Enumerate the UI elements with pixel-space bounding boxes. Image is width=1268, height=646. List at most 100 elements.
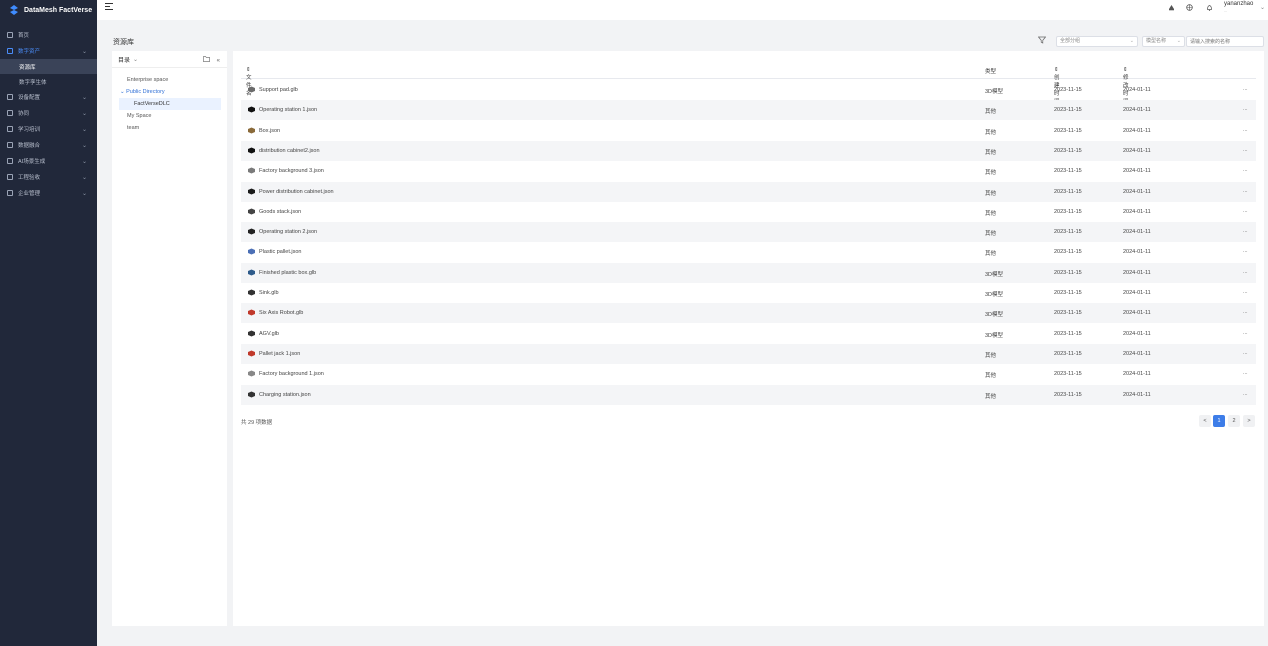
cell-modified: 2024-01-11 bbox=[1123, 391, 1151, 398]
page-2-button[interactable]: 2 bbox=[1228, 415, 1240, 427]
table-row[interactable]: Finished plastic box.glb 3D模型 2023-11-15 20… bbox=[241, 262, 1256, 283]
more-icon[interactable]: ... bbox=[1243, 167, 1248, 173]
table-row[interactable]: Sink.glb 3D模型 2023-11-15 2024-01-11... bbox=[241, 283, 1256, 303]
tree-node[interactable]: ⌄ Public Directory bbox=[112, 86, 227, 98]
more-icon[interactable]: ... bbox=[1243, 330, 1248, 336]
more-icon[interactable]: ... bbox=[1243, 269, 1248, 275]
menu-toggle-icon[interactable] bbox=[105, 3, 113, 11]
diamond-icon[interactable] bbox=[1168, 4, 1175, 11]
table-row[interactable]: Box.json 其他 2023-11-15 2024-01-11... bbox=[241, 121, 1256, 141]
col-header-modified[interactable]: 修改时间 ⇕ bbox=[1123, 67, 1129, 105]
globe-icon[interactable] bbox=[1186, 4, 1193, 11]
collapse-panel-icon[interactable]: « bbox=[217, 58, 220, 64]
more-icon[interactable]: ... bbox=[1243, 106, 1248, 112]
cell-type: 3D模型 bbox=[985, 89, 1004, 95]
directory-tree-panel: 目录 ⌄ « Enterprise space ⌄ Public Director… bbox=[112, 51, 227, 626]
col-header-name[interactable]: 文件名 ⇕ bbox=[246, 67, 252, 97]
sidebar-item-5[interactable]: 数据融合 ⌄ bbox=[0, 137, 97, 153]
table-row[interactable]: Operating station 1.json 其他 2023-11-15 2024… bbox=[241, 100, 1256, 121]
tree-node[interactable]: Enterprise space bbox=[112, 74, 227, 86]
sidebar-item-7[interactable]: 工程验收 ⌄ bbox=[0, 169, 97, 185]
more-icon[interactable]: ... bbox=[1243, 248, 1248, 254]
more-icon[interactable]: ... bbox=[1243, 391, 1248, 397]
tree-header-label[interactable]: 目录 bbox=[118, 55, 130, 64]
sidebar-item-8[interactable]: 企业管理 ⌄ bbox=[0, 185, 97, 201]
table-row[interactable]: AGV.glb 3D模型 2023-11-15 2024-01-11... bbox=[241, 324, 1256, 344]
col-header-created[interactable]: 创建时间 ⇕ bbox=[1054, 67, 1060, 105]
cell-type: 3D模型 bbox=[985, 292, 1004, 298]
folder-add-icon[interactable] bbox=[203, 56, 212, 64]
factory-icon bbox=[248, 167, 255, 174]
sidebar-subitem-1[interactable]: 数字孪生体 bbox=[0, 74, 97, 89]
tree-node-label: Enterprise space bbox=[127, 77, 169, 83]
table-row[interactable]: Charging station.json 其他 2023-11-15 2024-01… bbox=[241, 384, 1256, 405]
more-icon[interactable]: ... bbox=[1243, 228, 1248, 234]
page-1-button[interactable]: 1 bbox=[1213, 415, 1225, 427]
user-menu[interactable]: yananzhao ... bbox=[1224, 1, 1253, 13]
cell-type: 其他 bbox=[985, 190, 997, 197]
cell-name: Charging station.json bbox=[259, 391, 311, 398]
cell-type: 3D模型 bbox=[985, 271, 1004, 278]
cell-modified: 2024-01-11 bbox=[1123, 87, 1151, 93]
charger-icon bbox=[248, 391, 255, 397]
prev-page-button[interactable]: < bbox=[1199, 415, 1211, 427]
next-page-button[interactable]: > bbox=[1243, 415, 1255, 427]
sidebar-item-3[interactable]: 协同 ⌄ bbox=[0, 105, 97, 121]
filter-icon[interactable] bbox=[1037, 36, 1047, 46]
chevron-down-icon: ⌄ bbox=[1176, 38, 1181, 44]
cell-name: Factory background 1.json bbox=[259, 371, 324, 378]
table-row[interactable]: Power distribution cabinet.json 其他 2023-11… bbox=[241, 181, 1256, 202]
chevron-down-icon[interactable]: ⌄ bbox=[133, 56, 138, 63]
more-icon[interactable]: ... bbox=[1243, 188, 1248, 194]
more-icon[interactable]: ... bbox=[1243, 86, 1248, 92]
table-row[interactable]: distribution cabinet2.json 其他 2023-11-15 20… bbox=[241, 140, 1256, 161]
cell-modified: 2024-01-11 bbox=[1123, 330, 1151, 337]
table-row[interactable]: Support pad.glb 3D模型 2023-11-15 2024-01-11.… bbox=[241, 80, 1256, 100]
table-row[interactable]: Factory background 1.json 其他 2023-11-15 202… bbox=[241, 364, 1256, 384]
table-row[interactable]: Plastic pallet.json 其他 2023-11-15 2024-01-1… bbox=[241, 242, 1256, 262]
cell-created: 2023-11-15 bbox=[1054, 350, 1082, 357]
more-icon[interactable]: ... bbox=[1243, 147, 1248, 153]
more-icon[interactable]: ... bbox=[1243, 208, 1248, 214]
more-icon[interactable]: ... bbox=[1243, 350, 1248, 356]
tree-node[interactable]: My Space bbox=[112, 110, 227, 122]
brand[interactable]: DataMesh FactVerse bbox=[0, 0, 97, 20]
cell-name: Finished plastic box.glb bbox=[259, 269, 317, 276]
tree-node[interactable]: FactVerseDLC bbox=[119, 98, 221, 110]
table-row[interactable]: Pallet jack 1.json 其他 2023-11-15 2024-01-11… bbox=[241, 343, 1256, 364]
tree-node[interactable]: team bbox=[112, 122, 227, 134]
table-row[interactable]: Six Axis Robot.glb 3D模型 2023-11-15 2024-01-… bbox=[241, 303, 1256, 324]
sidebar-item-0[interactable]: 首页 bbox=[0, 27, 97, 43]
total-count: 共 29 项数据 bbox=[241, 420, 273, 426]
cell-modified: 2024-01-11 bbox=[1123, 350, 1151, 357]
chevron-down-icon[interactable]: ⌄ bbox=[1260, 4, 1265, 11]
table-row[interactable]: Goods stack.json 其他 2023-11-15 2024-01-11..… bbox=[241, 202, 1256, 222]
cell-type: 3D模型 bbox=[985, 332, 1004, 339]
more-icon[interactable]: ... bbox=[1243, 309, 1248, 315]
plastic-box-icon bbox=[248, 269, 255, 276]
more-icon[interactable]: ... bbox=[1243, 289, 1248, 295]
more-icon[interactable]: ... bbox=[1243, 127, 1248, 133]
sink-icon bbox=[248, 289, 255, 296]
sidebar-item-6[interactable]: AI场景生成 ⌄ bbox=[0, 153, 97, 169]
app-title: DataMesh FactVerse bbox=[24, 6, 93, 14]
tree-header: 目录 ⌄ « bbox=[112, 51, 227, 68]
sidebar-item-label: 学习培训 bbox=[18, 127, 41, 133]
ai-icon bbox=[7, 158, 13, 164]
more-icon[interactable]: ... bbox=[1243, 370, 1248, 376]
search-input[interactable] bbox=[1186, 36, 1264, 47]
table-header: 文件名 ⇕ 类型 创建时间 ⇕ 修改时间 ⇕ bbox=[241, 61, 1256, 105]
sidebar-item-1[interactable]: 数字资产 ⌄ bbox=[0, 43, 97, 59]
sidebar-item-2[interactable]: 设备配置 ⌄ bbox=[0, 89, 97, 105]
bell-icon[interactable] bbox=[1206, 4, 1213, 11]
scope-select[interactable]: 全部分组 ⌄ bbox=[1056, 36, 1138, 47]
cell-type: 其他 bbox=[985, 210, 997, 217]
sidebar-menu: 首页 数字资产 ⌄ 资源库 数字孪生体 设备配置 ⌄ 协同 ⌄ 学习培训 ⌄ 数据融合 ⌄ AI场景生成 ⌄… bbox=[0, 27, 97, 201]
sidebar-item-4[interactable]: 学习培训 ⌄ bbox=[0, 121, 97, 137]
table-row[interactable]: Operating station 2.json 其他 2023-11-15 2024… bbox=[241, 222, 1256, 243]
search-type-select[interactable]: 模型名称 ⌄ bbox=[1142, 36, 1185, 47]
calendar-icon bbox=[7, 174, 13, 180]
table-row[interactable]: Factory background 3.json 其他 2023-11-15 202… bbox=[241, 161, 1256, 181]
sidebar-subitem-0[interactable]: 资源库 bbox=[0, 59, 97, 74]
cell-created: 2023-11-15 bbox=[1054, 87, 1082, 93]
